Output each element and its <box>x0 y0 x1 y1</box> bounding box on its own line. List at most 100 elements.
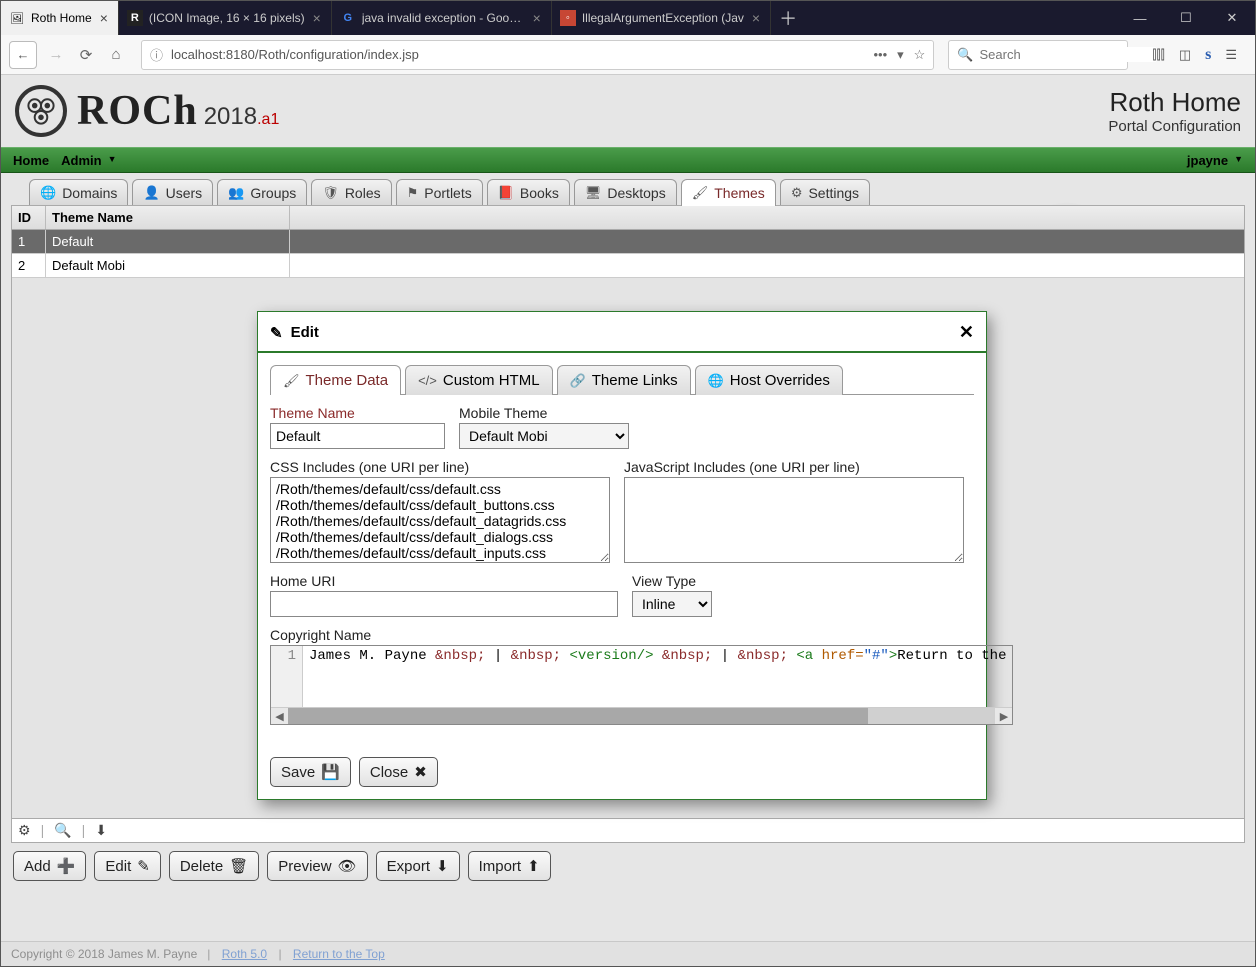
logo-text: ROCh <box>77 87 198 135</box>
browser-tab-1[interactable]: R (ICON Image, 16 × 16 pixels) × <box>119 1 332 35</box>
close-icon[interactable]: × <box>750 10 762 26</box>
page-subtitle: Portal Configuration <box>1108 118 1241 135</box>
menu-admin[interactable]: Admin <box>55 153 122 168</box>
search-input[interactable] <box>980 47 1156 62</box>
code-line[interactable]: James M. Payne &nbsp; | &nbsp; <version/… <box>303 646 1012 707</box>
edit-icon: ✎ <box>270 324 283 342</box>
globe-icon: 🌐 <box>40 185 56 201</box>
dialog-tab-custom-html[interactable]: </>Custom HTML <box>405 365 552 395</box>
horizontal-scrollbar[interactable]: ◀ ▶ <box>271 707 1012 724</box>
download-icon[interactable]: ⬇ <box>95 822 107 839</box>
logo-version: 2018.a1 <box>204 103 280 131</box>
save-button[interactable]: Save💾 <box>270 757 351 787</box>
tab-desktops[interactable]: 🖥Desktops <box>574 179 677 206</box>
label-home-uri: Home URI <box>270 573 618 589</box>
sidebar-icon[interactable]: ◫ <box>1179 47 1191 63</box>
home-button[interactable]: ⌂ <box>105 46 127 63</box>
dialog-tab-theme-links[interactable]: 🔗Theme Links <box>557 365 691 395</box>
dialog-titlebar[interactable]: ✎ Edit ✕ <box>258 312 986 353</box>
tab-domains[interactable]: 🌐Domains <box>29 179 128 206</box>
page-title: Roth Home <box>1108 87 1241 118</box>
scroll-left-icon[interactable]: ◀ <box>271 710 288 723</box>
action-bar: Add➕ Edit✎ Delete🗑 Preview👁 Export⬇ Impo… <box>11 843 1245 889</box>
col-header-id[interactable]: ID <box>12 206 46 229</box>
bookmark-icon[interactable]: ☆ <box>914 47 926 63</box>
upload-icon: ⬆ <box>527 857 540 875</box>
edit-dialog: ✎ Edit ✕ 🖌Theme Data </>Custom HTML 🔗The… <box>257 311 987 800</box>
browser-tab-0[interactable]: 🖼 Roth Home × <box>1 1 119 35</box>
view-type-select[interactable]: Inline <box>632 591 712 617</box>
book-icon: 📕 <box>498 185 514 201</box>
config-tabstrip: 🌐Domains 👤Users 👥Groups 🛡Roles ⚑Portlets… <box>11 179 1245 206</box>
close-icon[interactable]: ✕ <box>959 322 974 343</box>
table-row[interactable]: 2 Default Mobi <box>12 254 1244 278</box>
reload-button[interactable]: ⟳ <box>75 46 97 64</box>
css-includes-textarea[interactable] <box>270 477 610 563</box>
close-icon[interactable]: × <box>98 10 110 26</box>
gear-icon[interactable]: ⚙ <box>18 822 31 839</box>
new-tab-button[interactable]: ＋ <box>771 1 805 35</box>
tab-portlets[interactable]: ⚑Portlets <box>396 179 483 206</box>
maximize-button[interactable]: ☐ <box>1163 1 1209 35</box>
theme-name-input[interactable] <box>270 423 445 449</box>
table-row[interactable]: 1 Default <box>12 230 1244 254</box>
import-button[interactable]: Import⬆ <box>468 851 551 881</box>
js-includes-textarea[interactable] <box>624 477 964 563</box>
pocket-icon[interactable]: ▾ <box>897 47 904 63</box>
close-icon: ✖ <box>414 763 427 781</box>
home-uri-input[interactable] <box>270 591 618 617</box>
back-button[interactable]: ← <box>9 41 37 69</box>
dialog-tab-theme-data[interactable]: 🖌Theme Data <box>270 365 401 395</box>
tab-roles[interactable]: 🛡Roles <box>311 179 391 206</box>
tab-themes[interactable]: 🖌Themes <box>681 179 776 206</box>
grid-header: ID Theme Name <box>12 206 1244 230</box>
delete-button[interactable]: Delete🗑 <box>169 851 259 881</box>
download-icon: ⬇ <box>436 857 449 875</box>
scroll-right-icon[interactable]: ▶ <box>995 710 1012 723</box>
minimize-button[interactable]: — <box>1117 1 1163 35</box>
tab-title: java invalid exception - Google <box>362 11 525 25</box>
site-info-icon[interactable]: ⓘ <box>150 45 163 64</box>
label-copyright-name: Copyright Name <box>270 627 1013 643</box>
browser-tab-3[interactable]: ◦ IllegalArgumentException (Jav × <box>552 1 771 35</box>
scroll-thumb[interactable] <box>288 708 868 724</box>
tab-title: Roth Home <box>31 11 92 25</box>
extension-icon[interactable]: s <box>1205 46 1211 64</box>
favicon-icon: 🖼 <box>9 10 25 26</box>
export-button[interactable]: Export⬇ <box>376 851 460 881</box>
menu-home[interactable]: Home <box>7 153 55 168</box>
address-bar[interactable]: ⓘ localhost:8180/Roth/configuration/inde… <box>141 40 934 70</box>
add-button[interactable]: Add➕ <box>13 851 86 881</box>
copyright-code-editor[interactable]: 1 James M. Payne &nbsp; | &nbsp; <versio… <box>270 645 1013 725</box>
tab-books[interactable]: 📕Books <box>487 179 570 206</box>
forward-button[interactable]: → <box>45 46 67 63</box>
grid-footer: ⚙ | 🔍 | ⬇ <box>12 818 1244 842</box>
library-icon[interactable]: ⫿⫿⫿ <box>1152 47 1164 63</box>
save-icon: 💾 <box>321 763 340 781</box>
window-close-button[interactable]: ✕ <box>1209 1 1255 35</box>
dialog-tab-host-overrides[interactable]: 🌐Host Overrides <box>695 365 843 395</box>
search-bar[interactable]: 🔍 <box>948 40 1128 70</box>
close-icon[interactable]: × <box>311 10 323 26</box>
label-view-type: View Type <box>632 573 712 589</box>
close-button[interactable]: Close✖ <box>359 757 438 787</box>
menu-user[interactable]: jpayne <box>1181 153 1249 168</box>
close-icon[interactable]: × <box>531 10 543 26</box>
brush-icon: 🖌 <box>692 185 709 201</box>
tab-groups[interactable]: 👥Groups <box>217 179 307 206</box>
tab-settings[interactable]: ⚙Settings <box>780 179 870 206</box>
menu-icon[interactable]: ☰ <box>1225 47 1237 63</box>
browser-tab-2[interactable]: G java invalid exception - Google × <box>332 1 552 35</box>
page-actions-icon[interactable]: ••• <box>873 47 887 62</box>
code-gutter: 1 <box>271 646 303 707</box>
edit-button[interactable]: Edit✎ <box>94 851 160 881</box>
favicon-icon: R <box>127 10 143 26</box>
tab-users[interactable]: 👤Users <box>132 179 213 206</box>
edit-icon: ✎ <box>137 857 150 875</box>
logo-icon <box>15 85 67 137</box>
col-header-name[interactable]: Theme Name <box>46 206 290 229</box>
search-icon[interactable]: 🔍 <box>54 822 71 839</box>
preview-button[interactable]: Preview👁 <box>267 851 367 881</box>
globe-icon: 🌐 <box>708 373 724 389</box>
mobile-theme-select[interactable]: Default Mobi <box>459 423 629 449</box>
